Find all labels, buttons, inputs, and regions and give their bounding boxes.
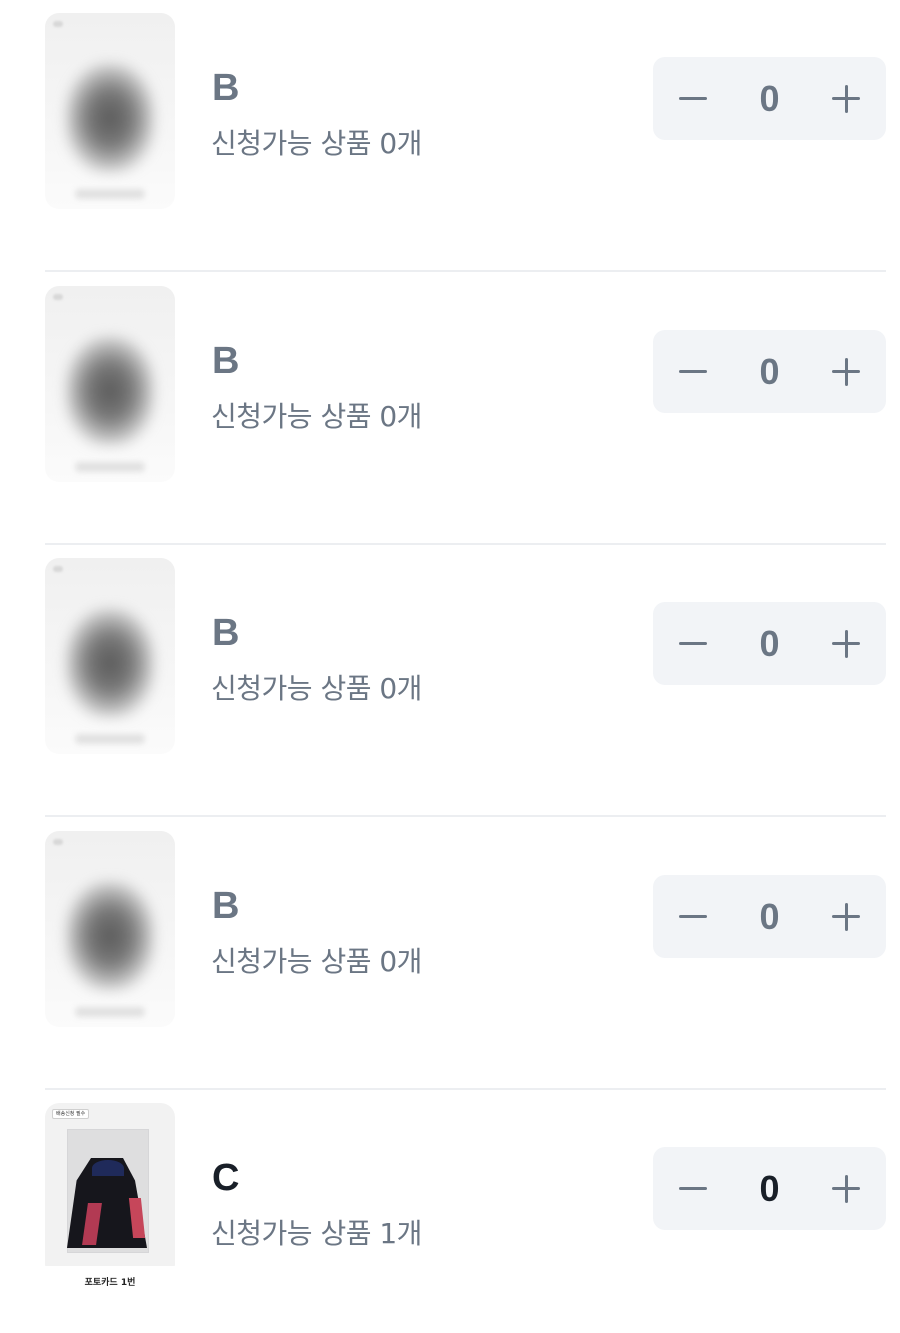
product-thumbnail[interactable] [45,831,175,1027]
list-item: B 신청가능 상품 0개 0 [45,0,886,272]
quantity-stepper: 0 [653,875,886,958]
blurred-product-image [65,608,155,718]
decrement-button[interactable] [653,602,733,685]
thumbnail-corner-mark [53,839,63,845]
plus-icon [832,629,860,658]
list-item: 배송신청 필수 포토카드 1번 C 신청가능 상품 1개 0 [45,1090,886,1333]
quantity-value: 0 [759,1167,780,1209]
list-item: B 신청가능 상품 0개 0 [45,273,886,545]
minus-icon [679,97,707,100]
decrement-button[interactable] [653,1147,733,1230]
list-item: B 신청가능 상품 0개 0 [45,545,886,817]
photocard-detail [92,1160,124,1176]
blurred-caption [75,734,145,744]
blurred-caption [75,1007,145,1017]
blurred-product-image [65,336,155,446]
grade-title: B [212,340,240,382]
plus-icon [832,357,860,386]
thumbnail-caption: 포토카드 1번 [84,1278,136,1288]
thumbnail-corner-mark [53,566,63,572]
minus-icon [679,642,707,645]
quantity-value: 0 [759,895,780,937]
row-divider [45,815,886,817]
row-divider [45,270,886,272]
minus-icon [679,370,707,373]
quantity-stepper: 0 [653,57,886,140]
list-item: B 신청가능 상품 0개 0 [45,818,886,1090]
thumbnail-corner-mark [53,294,63,300]
grade-title: B [212,67,240,109]
available-count-label: 신청가능 상품 0개 [211,672,422,705]
thumbnail-corner-mark [53,21,63,27]
product-thumbnail[interactable] [45,13,175,209]
photo-tag: 배송신청 필수 [52,1109,90,1119]
product-thumbnail[interactable] [45,558,175,754]
quantity-value: 0 [759,77,780,119]
grade-title: B [212,885,240,927]
available-count-label: 신청가능 상품 1개 [211,1217,422,1250]
blurred-product-image [65,63,155,173]
available-count-label: 신청가능 상품 0개 [211,400,422,433]
plus-icon [832,84,860,113]
increment-button[interactable] [806,57,886,140]
minus-icon [679,1187,707,1190]
blurred-caption [75,462,145,472]
increment-button[interactable] [806,875,886,958]
increment-button[interactable] [806,602,886,685]
increment-button[interactable] [806,1147,886,1230]
decrement-button[interactable] [653,875,733,958]
minus-icon [679,915,707,918]
quantity-stepper: 0 [653,330,886,413]
product-thumbnail[interactable]: 배송신청 필수 [45,1103,175,1278]
available-count-label: 신청가능 상품 0개 [211,127,422,160]
quantity-stepper: 0 [653,1147,886,1230]
plus-icon [832,1174,860,1203]
quantity-value: 0 [759,350,780,392]
grade-title: B [212,612,240,654]
plus-icon [832,902,860,931]
grade-title: C [212,1157,240,1199]
decrement-button[interactable] [653,57,733,140]
available-count-label: 신청가능 상품 0개 [211,945,422,978]
product-thumbnail[interactable] [45,286,175,482]
decrement-button[interactable] [653,330,733,413]
quantity-value: 0 [759,622,780,664]
increment-button[interactable] [806,330,886,413]
quantity-stepper: 0 [653,602,886,685]
blurred-product-image [65,881,155,991]
blurred-caption [75,189,145,199]
